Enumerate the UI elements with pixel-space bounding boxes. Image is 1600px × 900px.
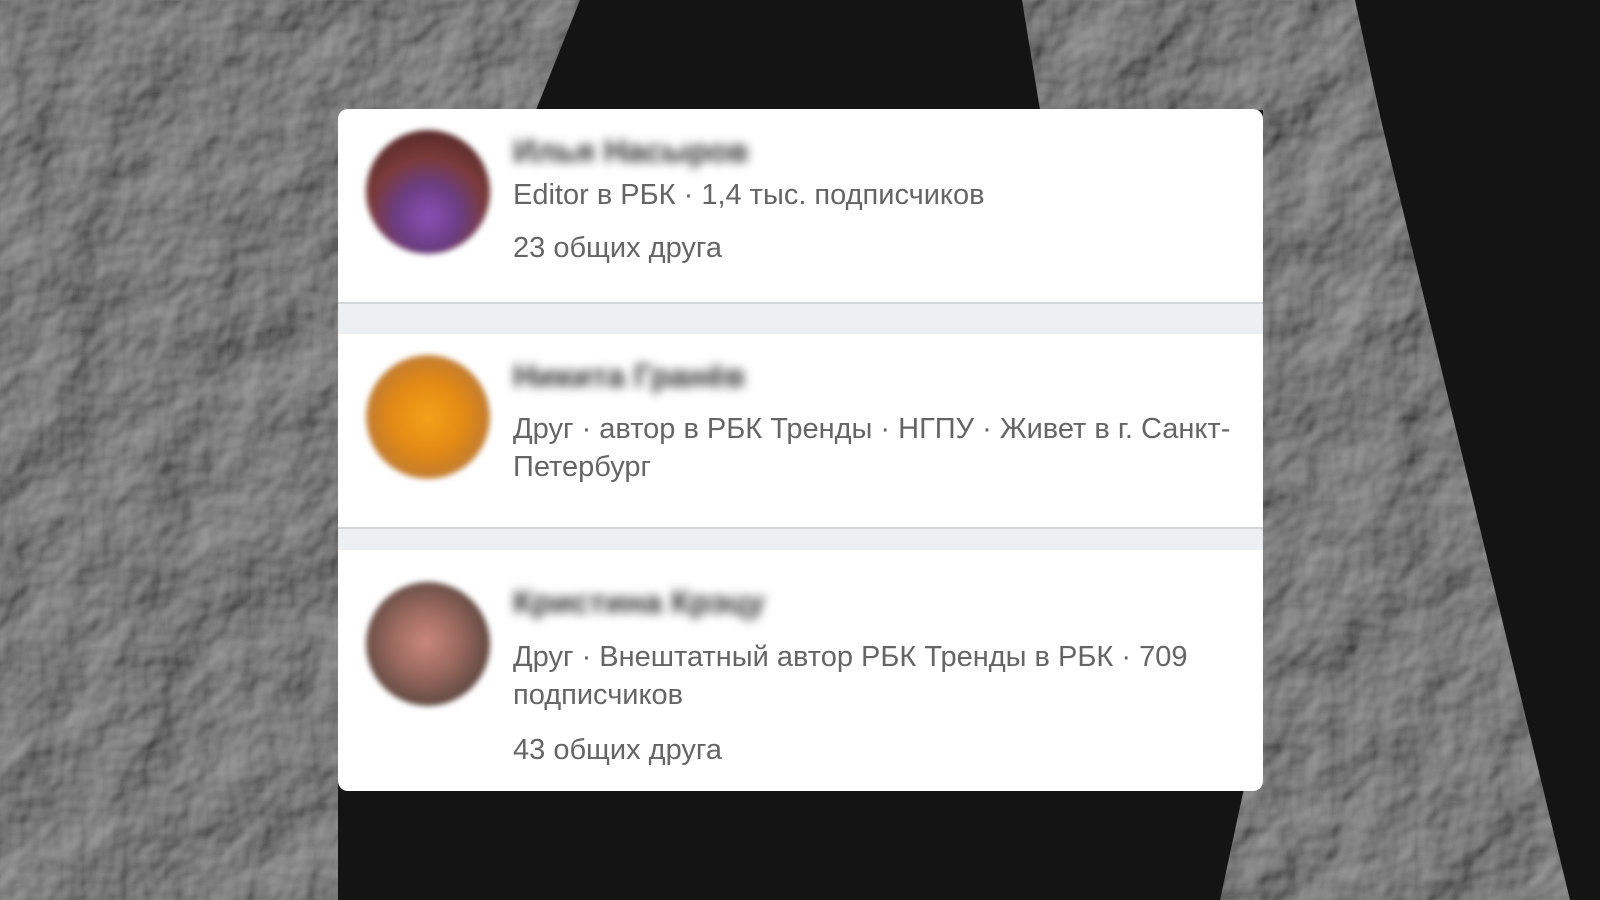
friend-info: Друг · Внештатный автор РБК Тренды в РБК…	[513, 641, 1188, 711]
friend-info: Друг · автор в РБК Тренды · НГПУ · Живет…	[513, 413, 1231, 483]
friends-list-panel: Илья Насыров Editor в РБК · 1,4 тыс. под…	[338, 109, 1263, 791]
avatar[interactable]	[366, 355, 490, 479]
mutual-friends[interactable]: 43 общих друга	[513, 731, 1233, 769]
friend-card[interactable]: Никита Гранёв Друг · автор в РБК Тренды …	[338, 334, 1263, 527]
friend-name[interactable]: Никита Гранёв	[513, 358, 745, 395]
stage: Илья Насыров Editor в РБК · 1,4 тыс. под…	[0, 0, 1600, 900]
mutual-friends[interactable]: 23 общих друга	[513, 229, 1233, 267]
friend-card[interactable]: Илья Насыров Editor в РБК · 1,4 тыс. под…	[338, 109, 1263, 302]
friend-name[interactable]: Илья Насыров	[513, 133, 748, 170]
friend-card[interactable]: Кристина Крэцу Друг · Внештатный автор Р…	[338, 550, 1263, 791]
friend-name[interactable]: Кристина Крэцу	[513, 584, 765, 621]
friend-info: Editor в РБК · 1,4 тыс. подписчиков	[513, 179, 985, 211]
avatar[interactable]	[366, 582, 490, 706]
avatar[interactable]	[366, 130, 490, 254]
